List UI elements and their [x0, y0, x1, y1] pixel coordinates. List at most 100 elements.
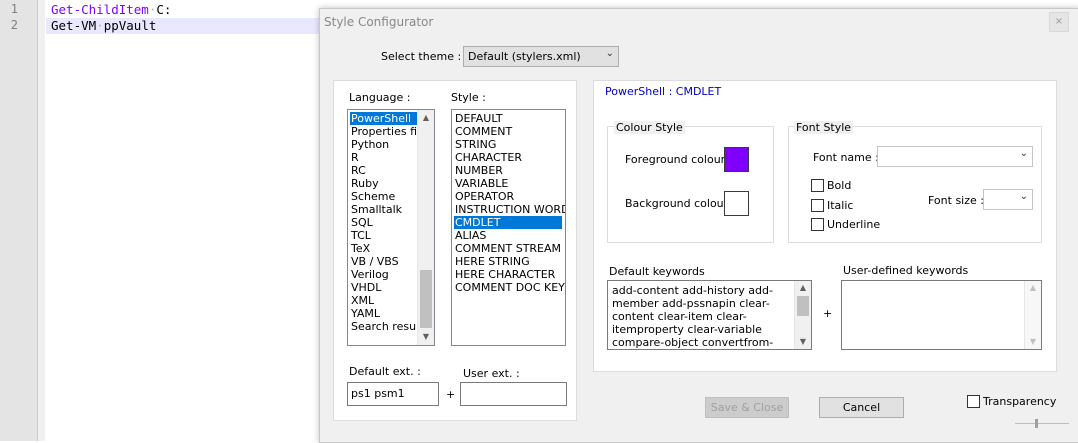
- style-item[interactable]: CMDLET: [454, 216, 562, 229]
- style-item[interactable]: CHARACTER: [454, 151, 522, 164]
- scroll-down-icon[interactable]: ▼: [795, 335, 811, 349]
- scroll-up-icon[interactable]: ▲: [1025, 281, 1041, 295]
- style-item[interactable]: NUMBER: [454, 164, 503, 177]
- language-item[interactable]: SQL: [350, 216, 373, 229]
- scroll-thumb[interactable]: [420, 270, 432, 328]
- fold-margin: [38, 0, 45, 441]
- style-item[interactable]: VARIABLE: [454, 177, 508, 190]
- default-keywords-label: Default keywords: [609, 265, 705, 278]
- close-button[interactable]: ×: [1049, 12, 1069, 32]
- default-ext-field[interactable]: ps1 psm1: [347, 382, 439, 406]
- underline-checkbox[interactable]: [811, 218, 824, 231]
- style-item[interactable]: HERE CHARACTER: [454, 268, 555, 281]
- user-ext-label: User ext. :: [463, 367, 520, 380]
- cmdlet-token: Get-VM: [51, 18, 97, 33]
- argument-token: C:: [156, 2, 172, 17]
- style-item[interactable]: ALIAS: [454, 229, 486, 242]
- foreground-colour-swatch[interactable]: [724, 147, 749, 172]
- foreground-label: Foreground colour: [625, 153, 726, 166]
- language-scrollbar[interactable]: ▲ ▼: [417, 110, 434, 345]
- language-item[interactable]: Verilog: [350, 268, 389, 281]
- style-item[interactable]: COMMENT: [454, 125, 512, 138]
- editor-line[interactable]: Get-ChildItem·C:: [51, 2, 171, 18]
- language-item[interactable]: VHDL: [350, 281, 381, 294]
- style-item[interactable]: STRING: [454, 138, 496, 151]
- style-list[interactable]: DEFAULT COMMENT STRING CHARACTER NUMBER VARIA…: [451, 109, 566, 346]
- line-number-gutter: [0, 0, 38, 441]
- default-keywords-textarea[interactable]: add-content add-history add-member add-p…: [607, 280, 812, 350]
- line-number: 1: [10, 2, 18, 16]
- scroll-up-icon[interactable]: ▲: [418, 111, 434, 125]
- theme-select-value: Default (stylers.xml): [468, 50, 581, 63]
- style-item[interactable]: OPERATOR: [454, 190, 514, 203]
- language-item[interactable]: RC: [350, 164, 366, 177]
- bold-label: Bold: [827, 179, 852, 192]
- plus-sign: +: [823, 307, 833, 320]
- user-keywords-scrollbar[interactable]: ▲ ▼: [1024, 281, 1041, 349]
- transparency-label: Transparency: [983, 395, 1057, 408]
- language-item[interactable]: Python: [350, 138, 389, 151]
- underline-label: Underline: [827, 218, 881, 231]
- font-name-label: Font name :: [813, 151, 879, 164]
- italic-checkbox[interactable]: [811, 199, 824, 212]
- style-heading: PowerShell : CMDLET: [605, 85, 722, 98]
- font-size-select[interactable]: ⌄: [983, 189, 1033, 210]
- style-item[interactable]: COMMENT STREAM: [454, 242, 561, 255]
- scroll-down-icon[interactable]: ▼: [418, 330, 434, 344]
- style-item[interactable]: DEFAULT: [454, 112, 503, 125]
- italic-label: Italic: [827, 199, 854, 212]
- colour-style-group: [607, 126, 774, 243]
- cancel-button[interactable]: Cancel: [819, 397, 904, 418]
- user-ext-field[interactable]: [460, 382, 567, 406]
- dialog-title: Style Configurator: [324, 15, 434, 29]
- bold-checkbox[interactable]: [811, 179, 824, 192]
- line-number: 2: [10, 18, 18, 32]
- language-item[interactable]: R: [350, 151, 359, 164]
- language-item[interactable]: TeX: [350, 242, 370, 255]
- language-item[interactable]: Properties file: [350, 125, 427, 138]
- language-item[interactable]: VB / VBS: [350, 255, 399, 268]
- transparency-slider-track[interactable]: [1015, 423, 1069, 424]
- language-item[interactable]: Search result: [350, 320, 423, 333]
- language-item[interactable]: Ruby: [350, 177, 379, 190]
- plus-sign: +: [446, 388, 456, 401]
- scroll-down-icon[interactable]: ▼: [1025, 335, 1041, 349]
- background-label: Background colour: [625, 197, 729, 210]
- language-label: Language :: [349, 91, 411, 104]
- keywords-scrollbar[interactable]: ▲ ▼: [794, 281, 811, 349]
- language-item[interactable]: TCL: [350, 229, 371, 242]
- close-icon: ×: [1054, 16, 1064, 27]
- style-item[interactable]: INSTRUCTION WORD: [454, 203, 565, 216]
- transparency-slider-thumb[interactable]: [1035, 419, 1038, 428]
- chevron-down-icon: ⌄: [1019, 191, 1028, 202]
- language-item[interactable]: Smalltalk: [350, 203, 402, 216]
- style-configurator-dialog: Style Configurator × Select theme : Defa…: [319, 8, 1078, 443]
- default-keywords-text: add-content add-history add-member add-p…: [612, 284, 774, 349]
- font-name-select[interactable]: ⌄: [877, 146, 1033, 167]
- editor-line[interactable]: Get-VM·ppVault: [51, 18, 156, 34]
- cmdlet-token: Get-ChildItem: [51, 2, 149, 17]
- style-item[interactable]: COMMENT DOC KEYWORD: [454, 281, 565, 294]
- whitespace-dot: ·: [96, 18, 104, 33]
- style-label: Style :: [451, 91, 486, 104]
- language-item[interactable]: YAML: [350, 307, 380, 320]
- scroll-thumb[interactable]: [797, 296, 809, 316]
- transparency-checkbox[interactable]: [967, 395, 980, 408]
- font-size-label: Font size :: [928, 194, 984, 207]
- select-theme-label: Select theme :: [381, 50, 462, 63]
- colour-style-label: Colour Style: [614, 121, 685, 134]
- language-item[interactable]: XML: [350, 294, 374, 307]
- chevron-down-icon: ⌄: [605, 48, 614, 59]
- user-keywords-textarea[interactable]: ▲ ▼: [841, 280, 1042, 350]
- chevron-down-icon: ⌄: [1019, 148, 1028, 159]
- language-item[interactable]: PowerShell: [350, 112, 417, 125]
- language-item[interactable]: Scheme: [350, 190, 395, 203]
- save-close-button[interactable]: Save & Close: [705, 397, 789, 418]
- style-item[interactable]: HERE STRING: [454, 255, 530, 268]
- scroll-up-icon[interactable]: ▲: [795, 281, 811, 295]
- language-list[interactable]: PowerShell Properties file Python R RC Ruby Sc…: [347, 109, 435, 346]
- font-style-label: Font Style: [794, 121, 854, 134]
- theme-select[interactable]: Default (stylers.xml) ⌄: [463, 46, 619, 67]
- background-colour-swatch[interactable]: [724, 191, 749, 216]
- user-keywords-label: User-defined keywords: [843, 264, 969, 277]
